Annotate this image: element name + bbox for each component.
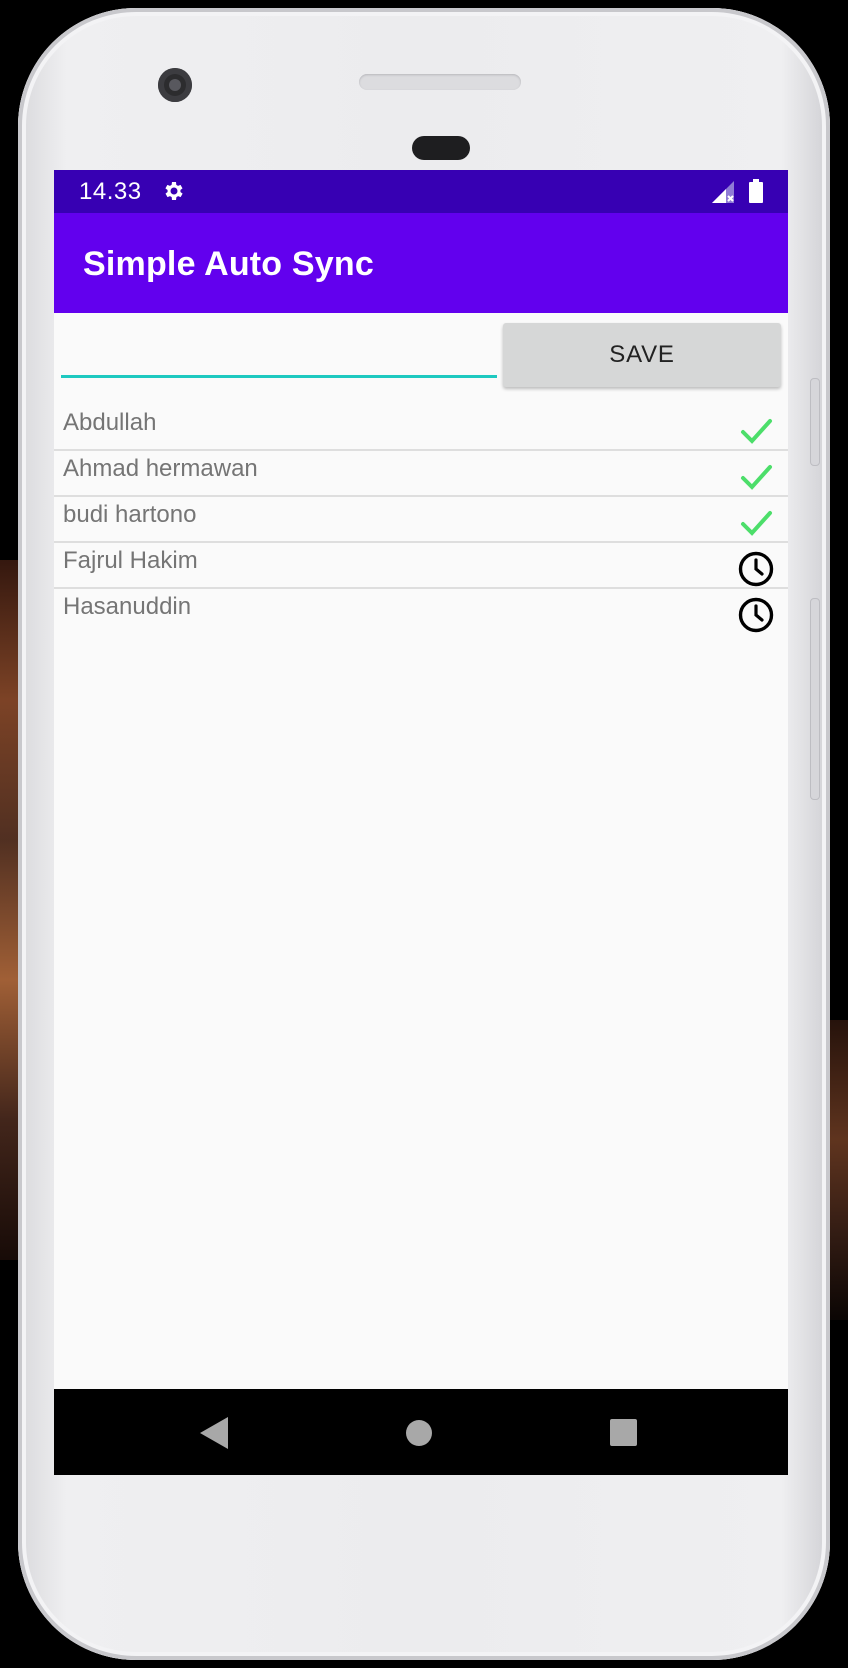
- list-item-name: Fajrul Hakim: [63, 547, 198, 574]
- list-item-name: Abdullah: [63, 409, 157, 436]
- name-list: Abdullah Ahmad hermawan budi hartono Fajrul…: [54, 405, 788, 633]
- settings-gear-icon: [165, 182, 183, 200]
- list-item-name: budi hartono: [63, 501, 197, 528]
- save-button[interactable]: SAVE: [503, 323, 781, 387]
- check-icon: [737, 458, 775, 496]
- list-item[interactable]: Hasanuddin: [54, 589, 788, 633]
- navigation-bar: [54, 1389, 788, 1475]
- status-bar: 14.33: [54, 170, 788, 213]
- clock-icon: [737, 550, 775, 588]
- list-item[interactable]: Ahmad hermawan: [54, 451, 788, 497]
- back-triangle-icon[interactable]: [200, 1417, 230, 1449]
- entry-row: SAVE: [54, 313, 788, 405]
- earpiece-speaker: [359, 74, 521, 90]
- recents-square-icon[interactable]: [610, 1419, 637, 1446]
- check-icon: [737, 412, 775, 450]
- volume-button: [810, 378, 820, 466]
- list-item-name: Hasanuddin: [63, 593, 192, 620]
- check-icon: [737, 504, 775, 542]
- front-camera: [158, 68, 192, 102]
- proximity-sensor: [412, 136, 470, 160]
- list-item[interactable]: Abdullah: [54, 405, 788, 451]
- battery-icon: [749, 179, 763, 203]
- app-title: Simple Auto Sync: [83, 245, 374, 283]
- device-stage: 14.33 Simple Auto Sync SAVE Abdullah Ahma…: [0, 0, 848, 1668]
- no-sim-signal-icon: [712, 181, 734, 203]
- status-time: 14.33: [79, 178, 142, 205]
- power-button: [810, 598, 820, 800]
- clock-icon: [737, 596, 775, 634]
- list-item-name: Ahmad hermawan: [63, 455, 258, 482]
- app-bar: Simple Auto Sync: [54, 213, 788, 313]
- list-item[interactable]: budi hartono: [54, 497, 788, 543]
- home-circle-icon[interactable]: [406, 1420, 432, 1446]
- name-input[interactable]: [61, 327, 497, 378]
- app-screen: 14.33 Simple Auto Sync SAVE Abdullah Ahma…: [54, 170, 788, 1475]
- list-item[interactable]: Fajrul Hakim: [54, 543, 788, 589]
